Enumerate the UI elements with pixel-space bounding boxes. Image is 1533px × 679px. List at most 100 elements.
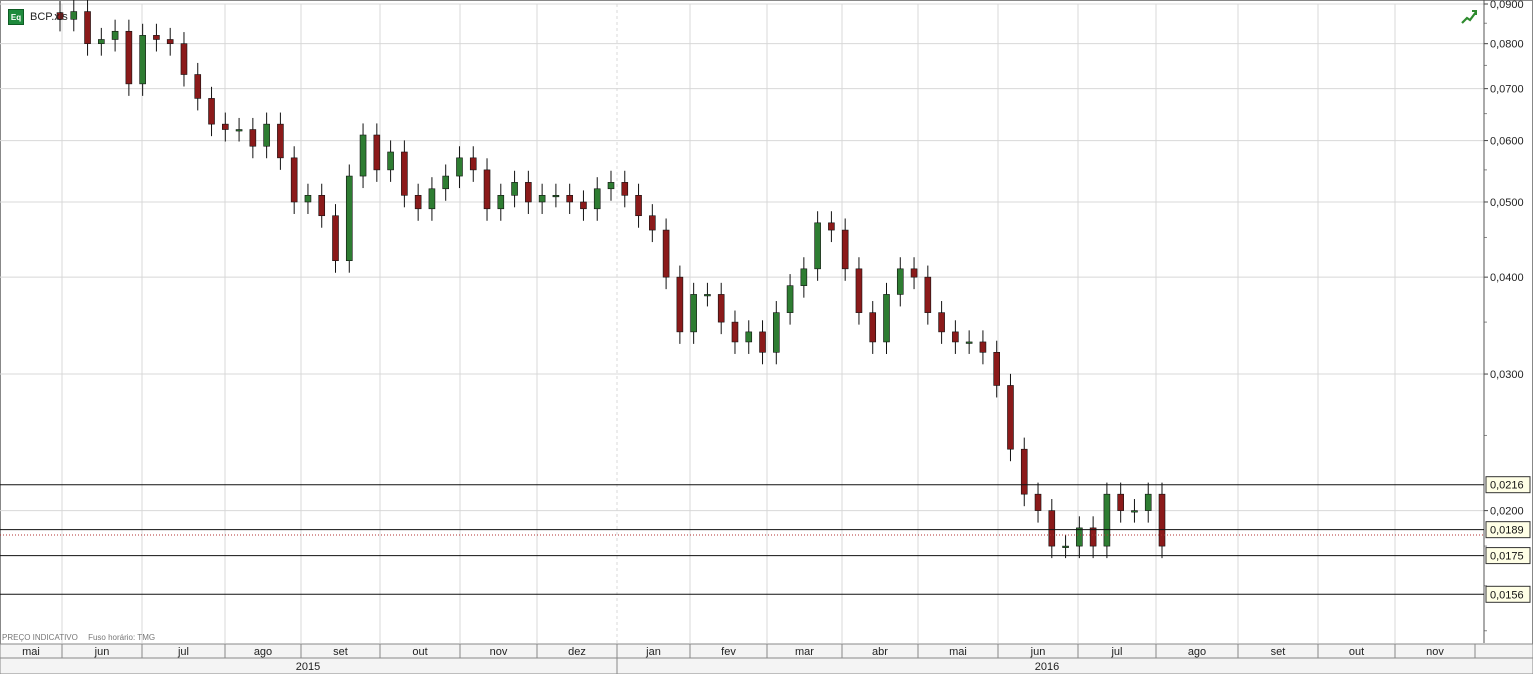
candlestick [263,123,270,147]
month-label: ago [254,646,272,658]
month-label: fev [721,646,736,658]
year-label: 2016 [1035,661,1059,673]
month-label: dez [568,646,586,658]
candlestick [538,195,546,203]
level-value-label: 0,0189 [1490,525,1524,537]
candlestick [607,182,615,190]
y-tick-label: 0,0600 [1490,136,1524,148]
price-chart[interactable]: 0,0900 0,0800 0,0700 0,0600 0,0500 0,0400 0,03… [0,0,1533,675]
candlestick [180,43,188,75]
chart-area[interactable]: 0,0900 0,0800 0,0700 0,0600 0,0500 0,0400 0,03… [0,0,1533,675]
candlestick [428,188,436,210]
candlestick [139,35,146,85]
candlestick [497,195,505,210]
candlestick [649,215,656,231]
candlestick [800,268,808,286]
candlestick [772,312,780,353]
trend-chart-icon[interactable] [1460,8,1478,26]
candlestick [993,352,1001,386]
month-label: nov [1426,646,1444,658]
file-tab-label: BCP.xls [30,11,68,23]
candlestick [704,294,711,297]
candlestick [469,157,477,171]
candlestick [965,341,973,344]
candlestick [208,98,215,125]
candlestick [125,30,133,85]
y-tick-label: 0,0400 [1490,272,1524,284]
month-label: set [333,646,348,658]
candlestick [759,331,766,353]
level-value-label: 0,0175 [1490,551,1524,563]
file-tab[interactable]: Eq BCP.xls [8,9,68,25]
level-value-label: 0,0216 [1490,480,1524,492]
candlestick [318,195,326,217]
candlestick [1103,493,1111,547]
candlestick [442,175,450,190]
month-label: jul [1110,646,1122,658]
candlestick [745,331,753,343]
y-tick-label: 0,0500 [1490,197,1524,209]
candlestick [869,312,877,343]
candlestick [593,188,601,210]
candlestick [566,195,573,203]
month-label: set [1271,646,1286,658]
y-tick-label: 0,0200 [1490,506,1524,518]
month-label: jun [94,646,110,658]
y-tick-label: 0,0300 [1490,369,1524,381]
year-label: 2015 [296,661,320,673]
candlestick [883,294,890,343]
candlestick [1007,385,1014,450]
candlestick [84,11,91,44]
chart-footnote: PREÇO INDICATIVO Fuso horário: TMG [2,633,163,642]
candlestick [304,195,312,203]
candlestick [111,30,119,40]
candlestick [1158,493,1166,547]
candlestick [277,123,284,159]
candlestick [332,215,339,262]
candlestick [249,129,257,147]
candlestick [1034,493,1042,511]
month-label: jun [1030,646,1046,658]
candlestick [98,39,105,44]
candlestick [511,182,518,196]
eq-icon: Eq [8,9,24,25]
candlestick [635,195,642,217]
candlestick [1048,510,1056,547]
candlestick [483,169,491,210]
candlestick [786,285,794,313]
candlestick [814,222,821,270]
candlestick [690,294,697,333]
candlestick [717,294,725,323]
month-label: out [1349,646,1364,658]
month-label: jan [645,646,661,658]
candlestick [552,195,560,198]
month-label: jul [177,646,189,658]
y-tick-label: 0,0700 [1490,84,1524,96]
candlestick [194,74,202,99]
candlestick [1131,510,1138,513]
month-label: abr [872,646,888,658]
candlestick [855,268,863,313]
month-label: mai [949,646,967,658]
level-value-label: 0,0156 [1490,589,1524,601]
y-tick-label: 0,0900 [1490,0,1524,11]
candlestick [153,35,160,40]
month-label: mar [795,646,814,658]
timezone-label: Fuso horário: TMG [88,633,156,642]
candlestick [938,312,945,333]
candlestick [1062,545,1069,548]
candlestick [828,222,835,231]
year-axis-band [0,657,1533,675]
candlestick [345,175,353,262]
candlestick [580,201,587,210]
candlestick [1089,527,1097,547]
price-type-label: PREÇO INDICATIVO [2,633,78,642]
candlestick [456,157,463,177]
candlestick [373,134,381,171]
month-label: out [412,646,427,658]
candlestick [621,182,629,196]
candlestick [70,11,78,20]
candlestick [525,182,532,203]
month-label: ago [1188,646,1206,658]
candlestick [222,123,229,130]
